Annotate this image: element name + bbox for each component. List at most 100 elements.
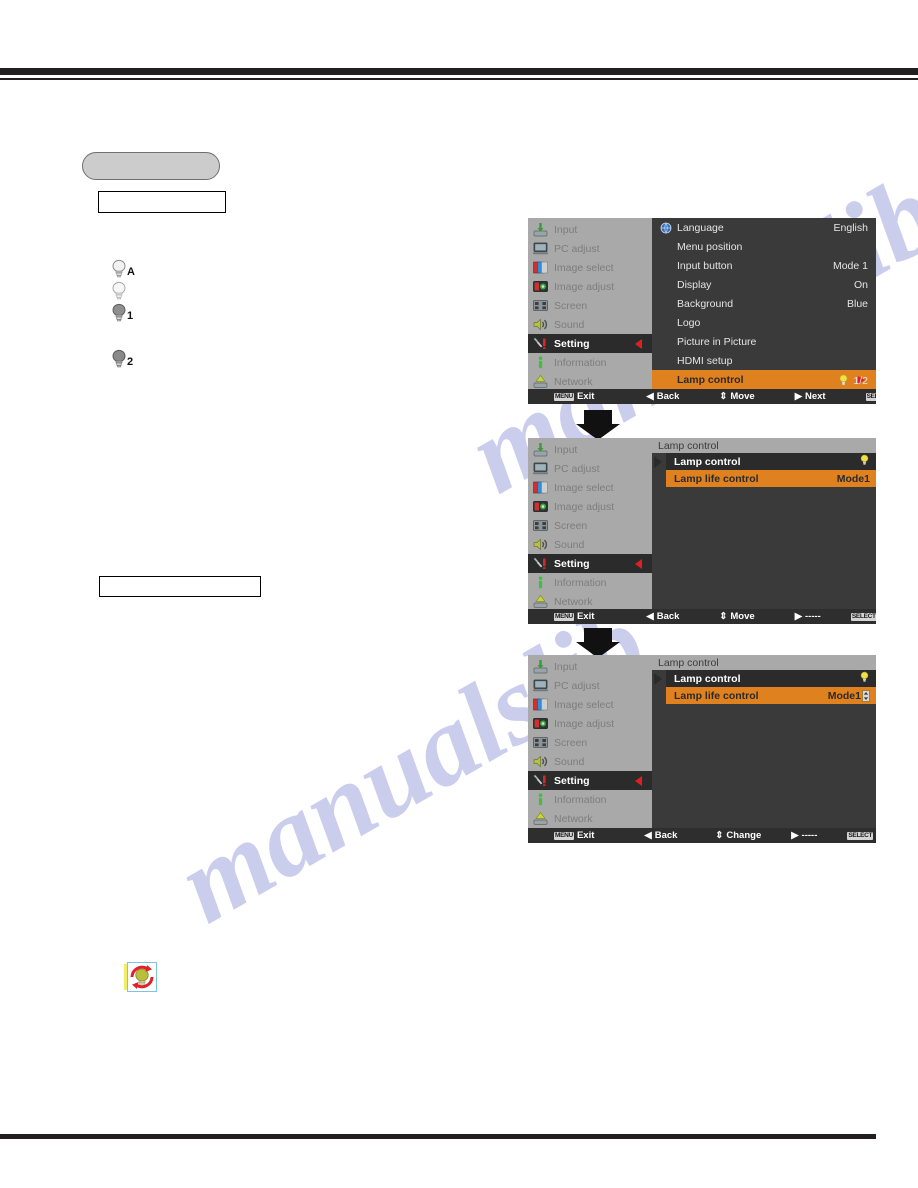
- footer-next-label: Next: [805, 391, 826, 402]
- sub-row-lamp-life-control-label: Lamp life control: [674, 472, 759, 485]
- osd-menu-lamp-life-edit[interactable]: Input PC adjust Image select Image adjus…: [528, 655, 876, 843]
- footer-hint-select[interactable]: SELECT Next: [865, 391, 876, 402]
- sidebar3-item-pc-adjust[interactable]: PC adjust: [528, 676, 652, 695]
- footer-hint-move[interactable]: ⇕ Move: [719, 391, 754, 402]
- sidebar-item-pc-adjust-label: PC adjust: [554, 242, 600, 255]
- osd3-subpanel-title: Lamp control: [652, 655, 876, 670]
- left-arrow-icon: ◀: [646, 611, 654, 622]
- menu-row-background[interactable]: Background Blue: [652, 294, 876, 313]
- menu-row-lamp-control[interactable]: Lamp control: [652, 370, 876, 389]
- sidebar-item-network-label: Network: [554, 375, 593, 388]
- select-keycap: SELECT: [850, 612, 876, 621]
- menu-row-background-value: Blue: [846, 297, 868, 310]
- header-rule-thin: [0, 78, 918, 80]
- lamp-mode-eco1: 1: [110, 302, 230, 324]
- sub-row-lamp-control[interactable]: Lamp control: [666, 453, 876, 470]
- sub-row-lamp-life-control[interactable]: Lamp life control Mode1: [666, 470, 876, 487]
- lamp-eco2-icon: [110, 349, 130, 370]
- sidebar-item-image-select-label: Image select: [554, 261, 614, 274]
- footer3-hint-next[interactable]: ▶ -----: [791, 830, 817, 841]
- menu-row-logo[interactable]: Logo: [652, 313, 876, 332]
- menu-keycap: MENU: [554, 392, 574, 401]
- sidebar-item-input[interactable]: Input: [528, 220, 652, 239]
- sound-icon: [532, 317, 549, 332]
- sidebar3-item-information[interactable]: Information: [528, 790, 652, 809]
- sidebar3-item-pc-adjust-label: PC adjust: [554, 679, 600, 692]
- footer-hint-back[interactable]: ◀ Back: [646, 391, 679, 402]
- updown-spinner-icon[interactable]: [862, 689, 870, 702]
- sidebar2-item-pc-adjust[interactable]: PC adjust: [528, 459, 652, 478]
- sidebar2-item-setting[interactable]: Setting: [528, 554, 652, 573]
- sidebar3-item-image-select[interactable]: Image select: [528, 695, 652, 714]
- osd2-footer: MENU Exit ◀ Back ⇕ Move ▶ ----- SELECT N…: [528, 609, 876, 624]
- sidebar-active-caret-icon: [635, 775, 642, 786]
- footer3-hint-change[interactable]: ⇕ Change: [715, 830, 761, 841]
- sidebar-item-image-select[interactable]: Image select: [528, 258, 652, 277]
- sidebar-item-screen[interactable]: Screen: [528, 296, 652, 315]
- footer2-move-label: Move: [730, 611, 755, 622]
- select-keycap: SELECT: [865, 392, 876, 401]
- menu-row-picture-in-picture[interactable]: Picture in Picture: [652, 332, 876, 351]
- screen-icon: [532, 518, 549, 533]
- menu-keycap: MENU: [554, 831, 574, 840]
- osd1-sidebar[interactable]: Input PC adjust Image select Image adjus…: [528, 218, 652, 389]
- select-keycap: SELECT: [847, 831, 874, 840]
- sidebar3-item-network[interactable]: Network: [528, 809, 652, 828]
- sidebar-item-sound[interactable]: Sound: [528, 315, 652, 334]
- sidebar-item-sound-label: Sound: [554, 318, 585, 331]
- image-adjust-icon: [532, 716, 549, 731]
- sub3-row-lamp-life-control[interactable]: Lamp life control Mode1: [666, 687, 876, 704]
- footer2-hint-exit[interactable]: MENU Exit: [554, 611, 594, 622]
- sound-icon: [532, 754, 549, 769]
- menu-row-display[interactable]: Display On: [652, 275, 876, 294]
- sidebar3-item-screen[interactable]: Screen: [528, 733, 652, 752]
- sidebar-item-image-adjust[interactable]: Image adjust: [528, 277, 652, 296]
- sidebar2-item-information[interactable]: Information: [528, 573, 652, 592]
- footer3-hint-exit[interactable]: MENU Exit: [554, 830, 594, 841]
- sub3-row-lamp-life-control-label: Lamp life control: [674, 689, 759, 702]
- menu-row-hdmi-setup[interactable]: HDMI setup: [652, 351, 876, 370]
- footer2-hint-select[interactable]: SELECT Next: [850, 611, 876, 622]
- footer2-hint-next[interactable]: ▶ -----: [795, 611, 821, 622]
- osd-menu-lamp-control[interactable]: Input PC adjust Image select Image adjus…: [528, 438, 876, 624]
- pc-adjust-icon: [532, 678, 549, 693]
- sidebar-item-setting-label: Setting: [554, 337, 590, 350]
- sidebar3-item-setting[interactable]: Setting: [528, 771, 652, 790]
- osd2-sidebar[interactable]: Input PC adjust Image select Image adjus…: [528, 438, 652, 609]
- sidebar2-item-sound-label: Sound: [554, 538, 585, 551]
- setting-icon: [532, 773, 549, 788]
- footer3-hint-back[interactable]: ◀ Back: [644, 830, 677, 841]
- osd3-sidebar[interactable]: Input PC adjust Image select Image adjus…: [528, 655, 652, 828]
- footer3-hint-select[interactable]: SELECT Select: [847, 830, 876, 841]
- sidebar2-item-setting-label: Setting: [554, 557, 590, 570]
- sidebar-item-information[interactable]: Information: [528, 353, 652, 372]
- footer-hint-next[interactable]: ▶ Next: [795, 391, 826, 402]
- sub3-row-lamp-control[interactable]: Lamp control: [666, 670, 876, 687]
- sub-row-lamp-control-label: Lamp control: [674, 455, 741, 468]
- footer2-hint-move[interactable]: ⇕ Move: [719, 611, 754, 622]
- sidebar-item-screen-label: Screen: [554, 299, 588, 312]
- sidebar-item-pc-adjust[interactable]: PC adjust: [528, 239, 652, 258]
- menu-row-display-label: Display: [677, 278, 712, 291]
- footer2-hint-back[interactable]: ◀ Back: [646, 611, 679, 622]
- information-icon: [532, 355, 549, 370]
- sidebar-item-setting[interactable]: Setting: [528, 334, 652, 353]
- footer-hint-exit[interactable]: MENU Exit: [554, 391, 594, 402]
- sidebar3-item-image-adjust[interactable]: Image adjust: [528, 714, 652, 733]
- callout-box-secondary: [99, 576, 261, 597]
- sidebar2-item-sound[interactable]: Sound: [528, 535, 652, 554]
- footer3-back-label: Back: [654, 830, 678, 841]
- sidebar2-item-image-select[interactable]: Image select: [528, 478, 652, 497]
- sidebar2-item-screen[interactable]: Screen: [528, 516, 652, 535]
- menu-row-menu-position[interactable]: Menu position: [652, 237, 876, 256]
- sidebar2-item-screen-label: Screen: [554, 519, 588, 532]
- sidebar3-item-sound[interactable]: Sound: [528, 752, 652, 771]
- osd-menu-setting[interactable]: Input PC adjust Image select Image adjus…: [528, 218, 876, 404]
- lamp-replace-accent-bar: [124, 964, 127, 990]
- menu-row-input-button[interactable]: Input button Mode 1: [652, 256, 876, 275]
- menu-row-language[interactable]: Language English: [652, 218, 876, 237]
- sidebar2-item-image-adjust[interactable]: Image adjust: [528, 497, 652, 516]
- footer2-next-label: -----: [805, 611, 821, 622]
- sidebar3-item-input[interactable]: Input: [528, 657, 652, 676]
- sidebar2-item-input[interactable]: Input: [528, 440, 652, 459]
